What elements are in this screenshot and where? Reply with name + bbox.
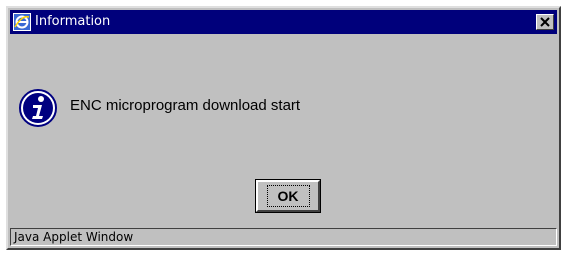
- dialog-content: ENC microprogram download start OK: [10, 34, 557, 226]
- ok-button-face[interactable]: OK: [256, 180, 320, 212]
- information-icon: [18, 88, 58, 128]
- close-icon: [540, 17, 550, 27]
- message-text: ENC microprogram download start: [70, 97, 301, 114]
- status-bar: Java Applet Window: [10, 228, 557, 246]
- window-title: Information: [35, 14, 111, 29]
- title-bar[interactable]: Information: [10, 10, 557, 34]
- information-dialog: Information ENC microprogram download st…: [6, 6, 561, 250]
- ok-button-label: OK: [266, 185, 310, 207]
- close-button[interactable]: [536, 14, 554, 30]
- status-text: Java Applet Window: [14, 230, 134, 244]
- ok-button[interactable]: OK: [255, 179, 321, 213]
- browser-app-icon: [13, 13, 31, 31]
